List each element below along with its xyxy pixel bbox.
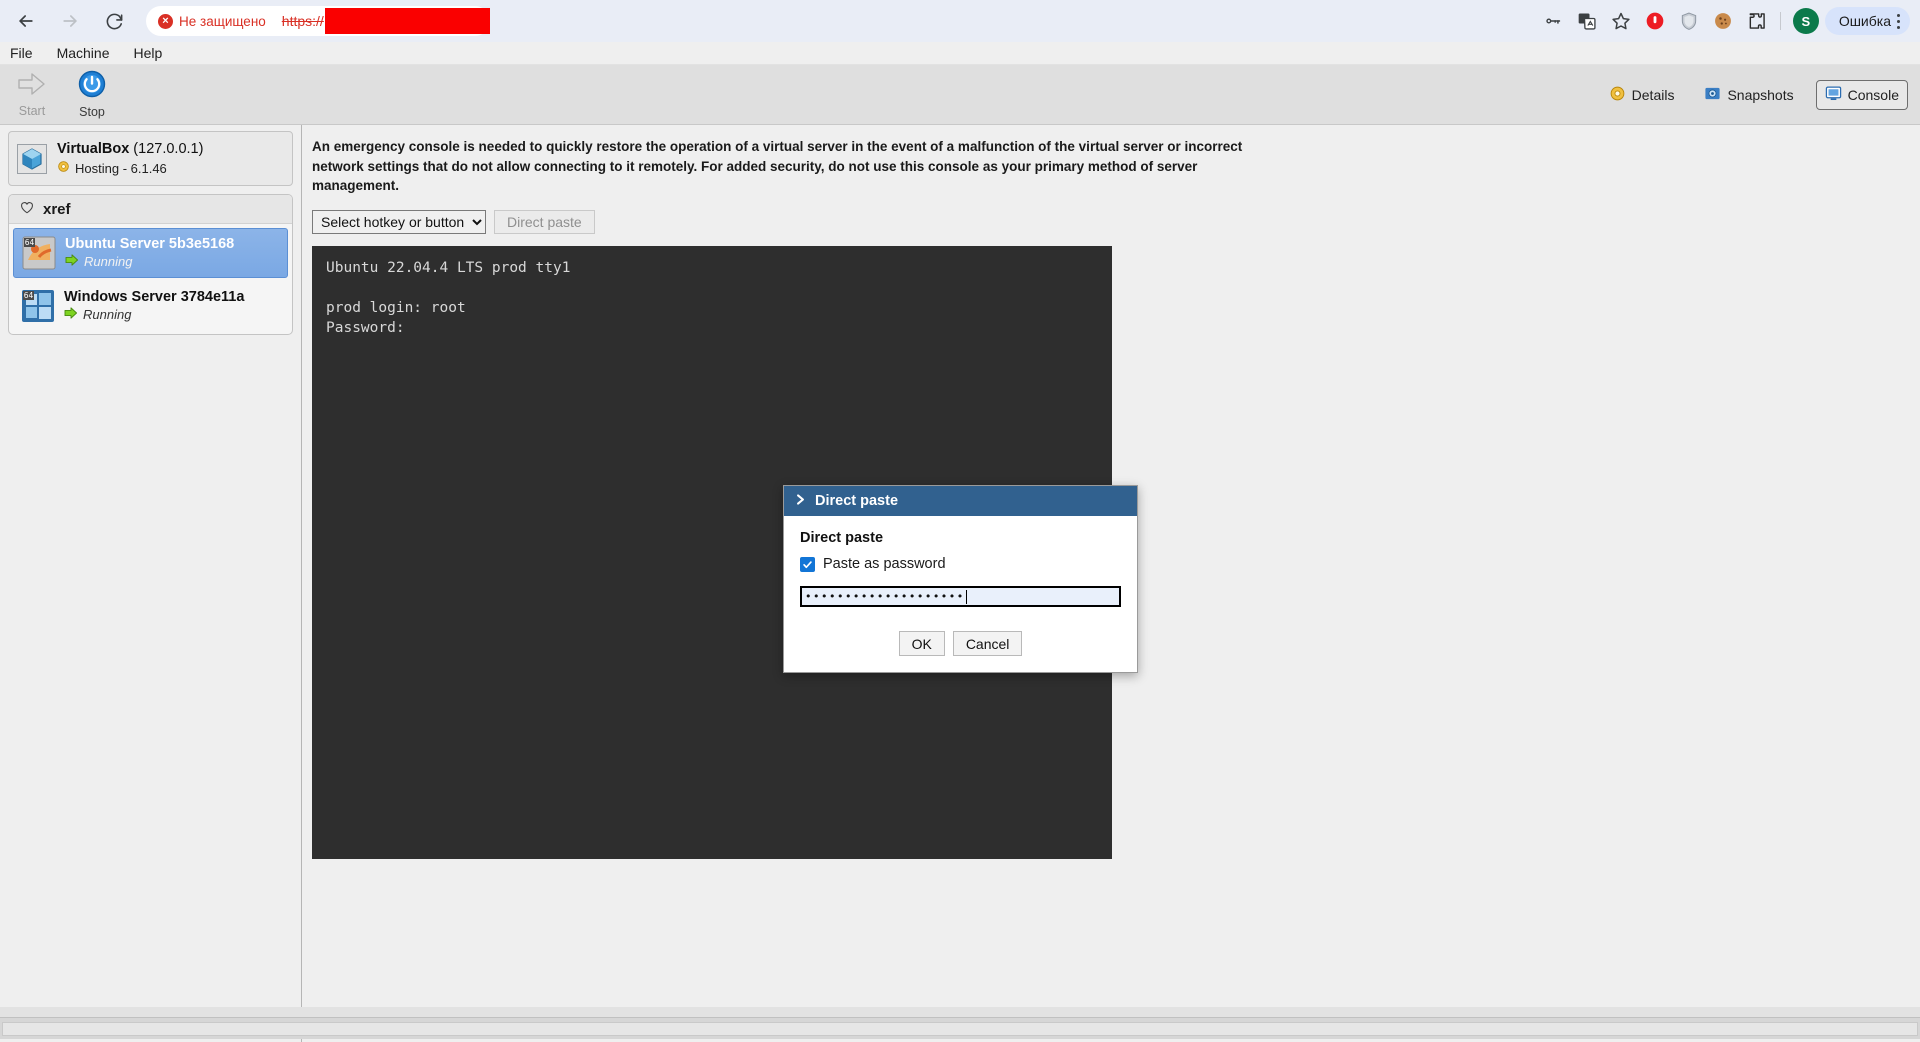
vm-row-ubuntu[interactable]: 64 Ubuntu Server 5b3e5168 Running: [13, 228, 288, 278]
menu-help[interactable]: Help: [121, 45, 174, 61]
host-status-label: Hosting - 6.1.46: [75, 160, 167, 176]
text-caret: [965, 589, 967, 604]
tab-snapshots[interactable]: Snapshots: [1696, 81, 1801, 109]
start-button-label: Start: [18, 104, 46, 118]
forward-button[interactable]: [52, 3, 88, 39]
not-secure-icon: ×: [158, 13, 173, 29]
bookmark-star-icon[interactable]: [1604, 4, 1638, 38]
host-name: VirtualBox: [57, 141, 130, 157]
host-title: VirtualBox (127.0.0.1): [57, 140, 203, 160]
toolbar-divider: [1779, 12, 1781, 30]
machine-list-sidebar: VirtualBox (127.0.0.1) Hosting - 6.1.46: [0, 125, 302, 1042]
ok-button[interactable]: OK: [898, 631, 945, 656]
security-chip[interactable]: × Не защищено: [150, 8, 276, 34]
translate-icon[interactable]: [1570, 4, 1604, 38]
virtualbox-web-console: File Machine Help Start Stop Details Sna…: [0, 42, 1920, 1042]
dialog-titlebar: Direct paste: [784, 486, 1137, 516]
machine-group-card: xref 64 Ubuntu Server 5b3e5168 Running 6…: [8, 194, 293, 335]
host-card[interactable]: VirtualBox (127.0.0.1) Hosting - 6.1.46: [8, 131, 293, 187]
scrollbar-thumb[interactable]: [3, 1023, 1683, 1035]
paste-as-password-label: Paste as password: [823, 556, 946, 572]
app-toolbar: Start Stop Details Snapshots Console: [0, 65, 1920, 125]
browser-toolbar-actions: S Ошибка: [1536, 4, 1920, 38]
cancel-button[interactable]: Cancel: [952, 631, 1023, 656]
horizontal-scrollbar[interactable]: [0, 1017, 1920, 1039]
direct-paste-button[interactable]: Direct paste: [494, 209, 595, 234]
virtualbox-cube-icon: [17, 143, 47, 174]
running-arrow-icon: [65, 254, 79, 271]
tab-details-label: Details: [1631, 86, 1675, 103]
tab-snapshots-label: Snapshots: [1727, 86, 1794, 103]
vm-name: Ubuntu Server 5b3e5168: [65, 236, 235, 253]
windows-64-icon: 64: [21, 289, 55, 323]
ubuntu-64-icon: 64: [22, 236, 56, 270]
vm-state-label: Running: [83, 306, 132, 322]
direct-paste-dialog: Direct paste Direct paste Paste as passw…: [783, 485, 1138, 673]
tab-console[interactable]: Console: [1815, 79, 1908, 110]
stop-power-icon: [78, 70, 106, 103]
start-button[interactable]: Start: [4, 67, 60, 123]
back-button[interactable]: [8, 3, 44, 39]
view-tabs: Details Snapshots Console: [1601, 79, 1908, 110]
group-header-xref[interactable]: xref: [9, 195, 292, 225]
avatar[interactable]: S: [1792, 8, 1819, 34]
vm-row-windows[interactable]: 64 Windows Server 3784e11a Running: [13, 282, 288, 330]
extensions-puzzle-icon[interactable]: [1740, 4, 1774, 38]
host-address: (127.0.0.1): [133, 141, 204, 157]
host-text: VirtualBox (127.0.0.1) Hosting - 6.1.46: [57, 140, 203, 177]
vm-state: Running: [65, 254, 234, 271]
dialog-footer: OK Cancel: [784, 615, 1137, 672]
hotkey-select[interactable]: Select hotkey or button: [312, 209, 486, 234]
reload-button[interactable]: [96, 3, 132, 39]
vm-meta: Ubuntu Server 5b3e5168 Running: [65, 235, 234, 271]
console-controls: Select hotkey or button Direct paste: [312, 209, 1920, 234]
extension-adblock-icon[interactable]: [1638, 4, 1672, 38]
extension-cookie-icon[interactable]: [1706, 4, 1740, 38]
browser-toolbar: × Не защищено https:// S Ошибка: [0, 0, 1920, 42]
menu-machine[interactable]: Machine: [45, 45, 122, 61]
not-secure-label: Не защищено: [179, 13, 266, 29]
dialog-title: Direct paste: [815, 493, 899, 509]
details-gear-icon: [1609, 85, 1626, 105]
vm-state-label: Running: [84, 253, 133, 269]
paste-as-password-checkbox[interactable]: [800, 556, 815, 572]
chevron-right-icon: [794, 493, 807, 510]
extension-shield-icon[interactable]: [1672, 4, 1706, 38]
snapshots-camera-icon: [1704, 85, 1721, 105]
host-status: Hosting - 6.1.46: [57, 160, 203, 178]
dialog-body: Direct paste Paste as password •••••••••…: [784, 516, 1137, 615]
tab-details[interactable]: Details: [1601, 81, 1683, 109]
status-line: [0, 1007, 1920, 1017]
svg-text:64: 64: [25, 238, 35, 247]
chrome-menu-icon[interactable]: [1897, 13, 1900, 29]
emergency-console-notice: An emergency console is needed to quickl…: [312, 139, 1243, 194]
address-bar[interactable]: × Не защищено https://: [146, 6, 490, 36]
url-redacted-block: [324, 8, 490, 34]
running-arrow-icon: [64, 307, 78, 324]
gear-icon: [57, 160, 70, 178]
vm-state: Running: [64, 307, 244, 324]
stop-button-label: Stop: [79, 105, 105, 119]
menu-file[interactable]: File: [0, 45, 45, 61]
tab-console-label: Console: [1847, 86, 1899, 103]
password-input[interactable]: ••••••••••••••••••••: [800, 586, 1121, 607]
dialog-section-title: Direct paste: [800, 530, 884, 546]
console-monitor-icon: [1825, 85, 1842, 105]
group-header-label: xref: [43, 200, 71, 218]
error-chip-label: Ошибка: [1838, 13, 1891, 29]
scrollbar-track[interactable]: [2, 1022, 1918, 1036]
vm-meta: Windows Server 3784e11a Running: [64, 288, 244, 324]
heart-icon: [19, 200, 35, 218]
svg-text:64: 64: [24, 291, 34, 300]
vm-name: Windows Server 3784e11a: [64, 288, 245, 305]
password-key-icon[interactable]: [1536, 4, 1570, 38]
url-scheme: https://: [281, 13, 324, 29]
paste-as-password-row[interactable]: Paste as password: [800, 556, 1121, 572]
password-masked-value: ••••••••••••••••••••: [805, 590, 965, 603]
app-menubar: File Machine Help: [0, 42, 1920, 65]
stop-button[interactable]: Stop: [64, 67, 120, 123]
error-status-chip[interactable]: Ошибка: [1824, 7, 1910, 35]
start-arrow-icon: [17, 71, 47, 102]
